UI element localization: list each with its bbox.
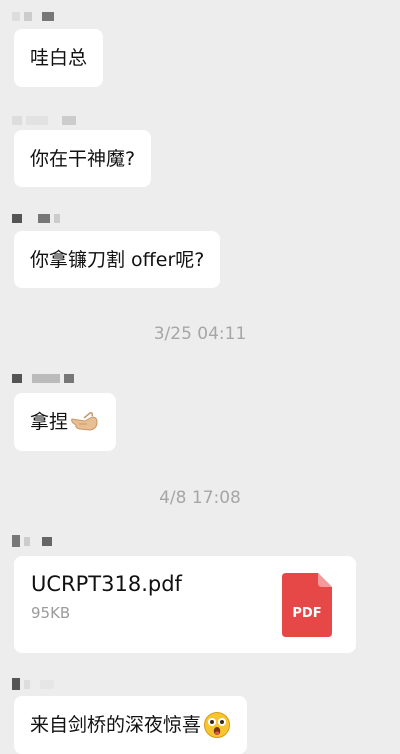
- message-bubble[interactable]: 来自剑桥的深夜惊喜: [14, 696, 248, 754]
- sender-name-blurred: [12, 678, 54, 690]
- file-attachment-card[interactable]: UCRPT318.pdf 95KB PDF: [14, 556, 356, 653]
- file-name: UCRPT318.pdf: [31, 572, 182, 596]
- pinching-hand-icon: [70, 409, 100, 435]
- message-text: 你在干神魔?: [30, 147, 136, 170]
- message-text: 你拿镰刀割 offer呢?: [30, 248, 205, 271]
- sender-name-blurred: [12, 114, 76, 126]
- message-bubble[interactable]: 哇白总: [14, 29, 104, 87]
- message-bubble[interactable]: 拿捏: [14, 393, 117, 451]
- message-bubble[interactable]: 你拿镰刀割 offer呢?: [14, 231, 221, 288]
- pdf-file-icon: PDF: [282, 573, 332, 637]
- message-text: 拿捏: [30, 411, 69, 433]
- sender-name-blurred: [12, 535, 52, 547]
- file-size: 95KB: [31, 604, 71, 622]
- sender-name-blurred: [12, 10, 54, 22]
- timestamp: 4/8 17:08: [159, 488, 241, 508]
- message-bubble[interactable]: 你在干神魔?: [14, 130, 152, 187]
- sender-name-blurred: [12, 372, 74, 384]
- sender-name-blurred: [12, 212, 60, 224]
- pdf-type-label: PDF: [292, 606, 321, 621]
- message-text: 哇白总: [30, 47, 88, 69]
- timestamp: 3/25 04:11: [153, 324, 247, 344]
- astonished-face-icon: [203, 711, 231, 739]
- message-text: 来自剑桥的深夜惊喜: [30, 714, 202, 736]
